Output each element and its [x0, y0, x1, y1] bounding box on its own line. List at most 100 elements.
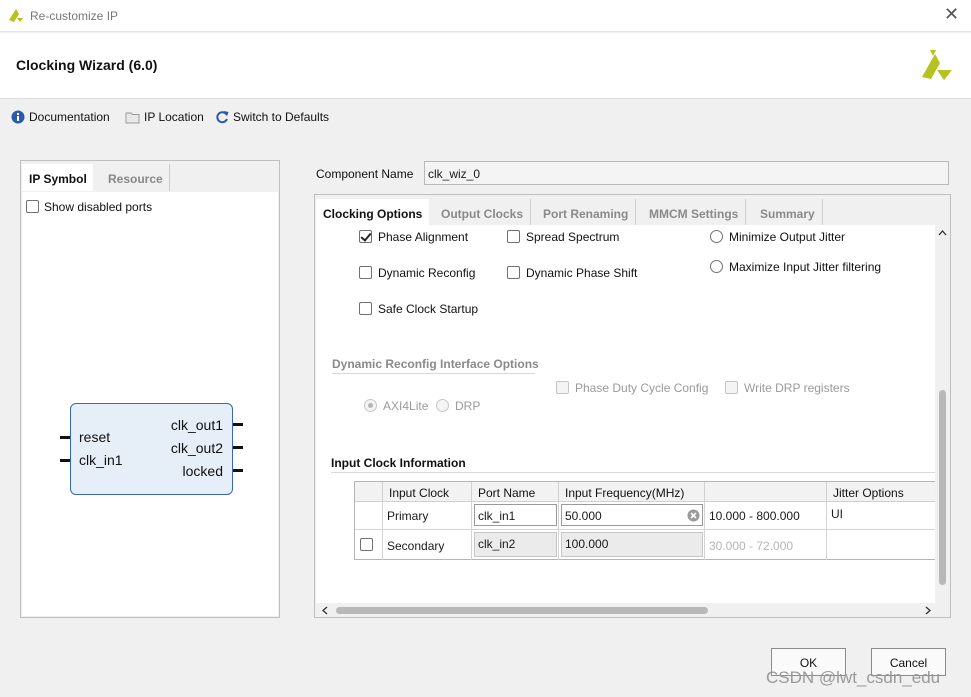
vertical-scrollbar[interactable] [935, 225, 950, 603]
port-locked: locked [182, 463, 223, 479]
switch-to-defaults-label: Switch to Defaults [233, 110, 330, 124]
show-disabled-ports-checkbox[interactable] [26, 200, 39, 213]
maximize-input-jitter-radio[interactable] [710, 260, 723, 273]
dynamic-phase-shift-checkbox[interactable] [507, 266, 520, 279]
write-drp-checkbox[interactable] [725, 381, 738, 394]
primary-name-cell: Primary [383, 502, 472, 530]
secondary-freq-input[interactable]: 100.000 [561, 532, 703, 557]
secondary-port-cell: clk_in2 [472, 530, 559, 560]
minimize-output-jitter-label: Minimize Output Jitter [729, 230, 846, 244]
tab-summary[interactable]: Summary [753, 199, 823, 225]
documentation-label: Documentation [29, 110, 110, 124]
window-title: Re-customize IP [30, 9, 119, 23]
page-title: Clocking Wizard (6.0) [16, 57, 158, 73]
ip-symbol-panel: IP Symbol Resource Show disabled ports r… [20, 160, 280, 618]
write-drp-label: Write DRP registers [744, 381, 850, 395]
port-clk-in1: clk_in1 [79, 452, 123, 468]
port-clk-out2: clk_out2 [170, 440, 223, 456]
secondary-jitter-cell [827, 530, 935, 560]
drp-radio[interactable] [436, 399, 449, 412]
clear-icon[interactable] [687, 509, 700, 522]
vivado-brand-icon [922, 50, 952, 80]
table-header-jitter-options: Jitter Options [827, 482, 935, 502]
primary-port-cell: clk_in1 [472, 502, 559, 530]
safe-clock-startup-label: Safe Clock Startup [378, 302, 479, 316]
ip-block: reset clk_in1 clk_out1 clk_out2 locked [70, 403, 233, 495]
component-name-input[interactable]: clk_wiz_0 [424, 161, 949, 185]
phase-duty-cycle-checkbox[interactable] [556, 381, 569, 394]
scroll-right-icon[interactable] [925, 606, 931, 615]
locked-pin [233, 469, 243, 472]
tab-clocking-options[interactable]: Clocking Options [316, 199, 430, 225]
clk-in1-pin [60, 459, 70, 462]
header: Clocking Wizard (6.0) [0, 33, 971, 99]
dynamic-reconfig-label: Dynamic Reconfig [378, 266, 476, 280]
spread-spectrum-label: Spread Spectrum [526, 230, 620, 244]
title-bar: Re-customize IP ✕ [0, 0, 971, 32]
axi4lite-label: AXI4Lite [383, 399, 429, 413]
horizontal-scrollbar[interactable] [316, 603, 935, 617]
table-header-port-name: Port Name [472, 482, 559, 502]
port-reset: reset [79, 429, 111, 445]
dynamic-reconfig-checkbox[interactable] [359, 266, 372, 279]
close-icon[interactable]: ✕ [944, 4, 959, 25]
tab-output-clocks[interactable]: Output Clocks [434, 199, 532, 225]
component-name-label: Component Name [316, 167, 414, 181]
secondary-select-cell [355, 530, 383, 560]
primary-freq-input[interactable]: 50.000 [561, 504, 703, 526]
ip-location-label: IP Location [144, 110, 204, 124]
axi4lite-radio[interactable] [364, 399, 377, 412]
folder-icon [125, 112, 140, 123]
table-header-select [355, 482, 383, 502]
drp-section-title: Dynamic Reconfig Interface Options [332, 357, 539, 371]
primary-range-cell: 10.000 - 800.000 [705, 502, 827, 530]
config-panel: Clocking Options Output Clocks Port Rena… [314, 194, 951, 618]
drp-label: DRP [455, 399, 481, 413]
drp-section-divider [332, 373, 535, 374]
input-clock-table: Input Clock Port Name Input Frequency(MH… [354, 481, 935, 560]
primary-freq-value: 50.000 [565, 509, 602, 523]
scroll-up-icon[interactable] [938, 230, 947, 236]
input-clock-section-title: Input Clock Information [331, 456, 466, 470]
ip-location-button[interactable]: IP Location [125, 110, 204, 124]
refresh-icon [216, 111, 229, 124]
table-header-range [705, 482, 827, 502]
watermark: CSDN @lwt_csdn_edu [766, 668, 941, 687]
tab-ip-symbol[interactable]: IP Symbol [22, 164, 93, 191]
primary-jitter-cell[interactable]: UI [827, 502, 935, 530]
minimize-output-jitter-radio[interactable] [710, 230, 723, 243]
secondary-clock-checkbox[interactable] [360, 538, 373, 551]
show-disabled-ports-label: Show disabled ports [44, 200, 153, 214]
phase-alignment-label: Phase Alignment [378, 230, 469, 244]
table-header-input-frequency: Input Frequency(MHz) [559, 482, 705, 502]
primary-freq-cell: 50.000 [559, 502, 705, 530]
ip-symbol-area: Show disabled ports reset clk_in1 clk_ou… [22, 192, 278, 616]
secondary-freq-cell: 100.000 [559, 530, 705, 560]
phase-duty-cycle-label: Phase Duty Cycle Config [575, 381, 709, 395]
clk-out2-pin [233, 446, 243, 449]
table-header-input-clock: Input Clock [383, 482, 472, 502]
secondary-port-input[interactable]: clk_in2 [474, 532, 557, 557]
secondary-name-cell: Secondary [383, 530, 472, 560]
switch-to-defaults-button[interactable]: Switch to Defaults [215, 110, 329, 124]
safe-clock-startup-checkbox[interactable] [359, 302, 372, 315]
tab-resource[interactable]: Resource [101, 164, 170, 191]
documentation-button[interactable]: Documentation [11, 110, 110, 124]
tab-port-renaming[interactable]: Port Renaming [536, 199, 637, 225]
clocking-options-content: Phase Alignment Spread Spectrum Minimize… [316, 225, 935, 603]
spread-spectrum-checkbox[interactable] [507, 230, 520, 243]
info-icon [11, 110, 25, 124]
maximize-input-jitter-label: Maximize Input Jitter filtering [729, 260, 882, 274]
reset-pin [60, 436, 70, 439]
vertical-scroll-thumb[interactable] [939, 390, 946, 585]
input-clock-divider [331, 472, 935, 473]
port-clk-out1: clk_out1 [170, 417, 223, 433]
clk-out1-pin [233, 423, 243, 426]
scroll-left-icon[interactable] [322, 606, 328, 615]
horizontal-scroll-thumb[interactable] [336, 607, 708, 614]
vivado-logo-icon [9, 9, 23, 22]
dynamic-phase-shift-label: Dynamic Phase Shift [526, 266, 638, 280]
tab-mmcm-settings[interactable]: MMCM Settings [642, 199, 747, 225]
primary-port-input[interactable]: clk_in1 [474, 504, 557, 526]
phase-alignment-checkbox[interactable] [359, 230, 372, 243]
